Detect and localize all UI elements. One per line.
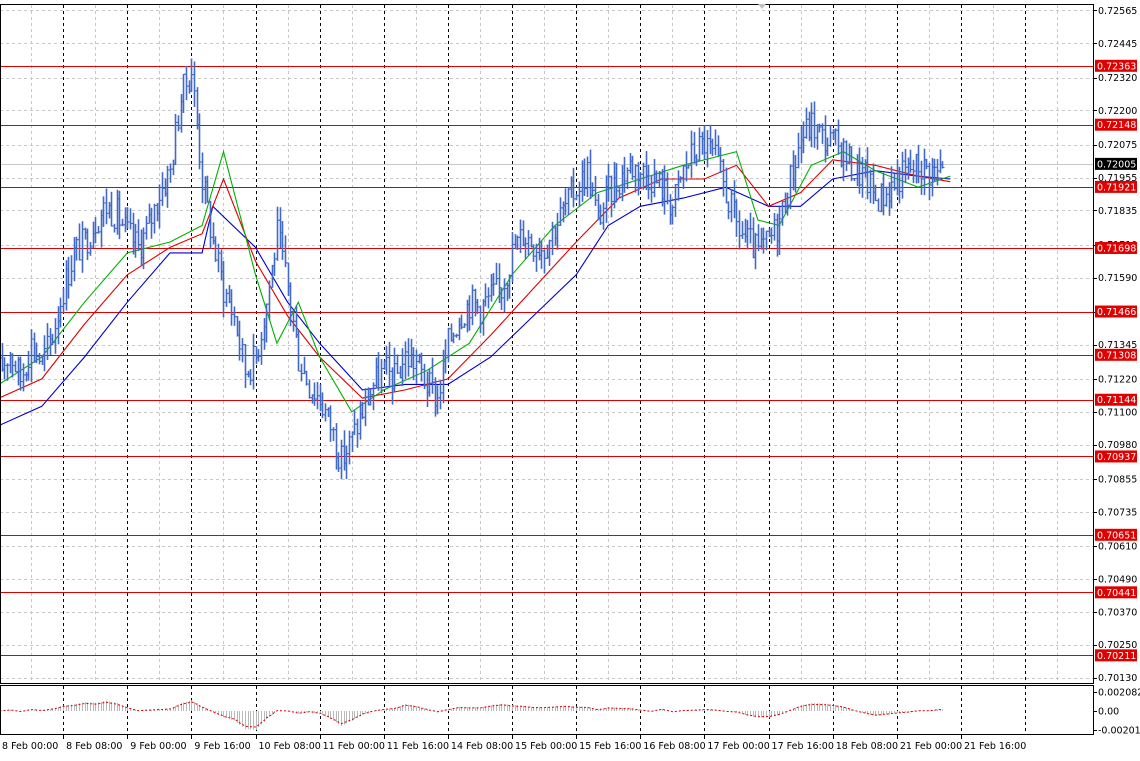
y-tick-label: 0.70370: [1098, 607, 1137, 618]
level-price-label: 0.72148: [1097, 120, 1136, 131]
x-tick-label: 15 Feb 16:00: [579, 741, 641, 752]
y-tick-label: 0.71835: [1098, 206, 1137, 217]
x-tick-label: 16 Feb 08:00: [643, 741, 705, 752]
y-tick-label: 0.70130: [1098, 673, 1137, 684]
x-tick-label: 10 Feb 08:00: [259, 741, 321, 752]
y-tick-label: 0.72200: [1098, 106, 1137, 117]
x-tick-label: 17 Feb 16:00: [772, 741, 834, 752]
indicator-tick-label: 0.00: [1098, 707, 1119, 718]
indicator-tick-label: -0.002018: [1098, 726, 1140, 737]
level-price-label: 0.70651: [1097, 530, 1136, 541]
y-tick-label: 0.71590: [1098, 273, 1137, 284]
x-tick-label: 8 Feb 00:00: [2, 741, 58, 752]
level-price-label: 0.70211: [1097, 651, 1136, 662]
y-tick-label: 0.72565: [1098, 6, 1137, 17]
indicator-tick-label: 0.002082: [1098, 688, 1140, 699]
x-tick-label: 21 Feb 16:00: [964, 741, 1026, 752]
x-tick-label: 11 Feb 00:00: [323, 741, 385, 752]
y-tick-label: 0.71220: [1098, 374, 1137, 385]
level-price-label: 0.71144: [1097, 395, 1136, 406]
x-tick-label: 8 Feb 08:00: [66, 741, 122, 752]
level-price-label: 0.71466: [1097, 307, 1136, 318]
level-price-label: 0.70441: [1097, 588, 1136, 599]
y-tick-label: 0.70735: [1098, 507, 1137, 518]
y-tick-label: 0.70980: [1098, 440, 1137, 451]
y-tick-label: 0.70855: [1098, 474, 1137, 485]
forex-chart: 0.72565 0.72445 0.72320 0.72200 0.72075 0.719…: [0, 0, 1140, 757]
y-tick-label: 0.70610: [1098, 542, 1137, 553]
price-axis: 0.72565 0.72445 0.72320 0.72200 0.72075 0.719…: [1093, 6, 1137, 684]
x-tick-label: 14 Feb 08:00: [451, 741, 513, 752]
y-tick-label: 0.72445: [1098, 39, 1137, 50]
level-price-label: 0.72363: [1097, 61, 1136, 72]
x-tick-label: 9 Feb 00:00: [130, 741, 186, 752]
current-price-label: 0.72005: [1097, 159, 1136, 170]
y-tick-label: 0.72320: [1098, 73, 1137, 84]
level-price-label: 0.70937: [1097, 452, 1136, 463]
level-price-label: 0.71308: [1097, 350, 1136, 361]
x-tick-label: 11 Feb 16:00: [387, 741, 449, 752]
x-tick-label: 9 Feb 16:00: [194, 741, 250, 752]
x-tick-label: 17 Feb 00:00: [707, 741, 769, 752]
y-tick-label: 0.70490: [1098, 574, 1137, 585]
x-tick-label: 21 Feb 00:00: [900, 741, 962, 752]
level-price-label: 0.71698: [1097, 243, 1136, 254]
chart-canvas: 0.72565 0.72445 0.72320 0.72200 0.72075 0.719…: [0, 0, 1140, 757]
x-tick-label: 18 Feb 08:00: [836, 741, 898, 752]
y-tick-label: 0.71100: [1098, 407, 1137, 418]
x-tick-label: 15 Feb 00:00: [515, 741, 577, 752]
level-price-label: 0.71921: [1097, 182, 1136, 193]
y-tick-label: 0.72075: [1098, 140, 1137, 151]
